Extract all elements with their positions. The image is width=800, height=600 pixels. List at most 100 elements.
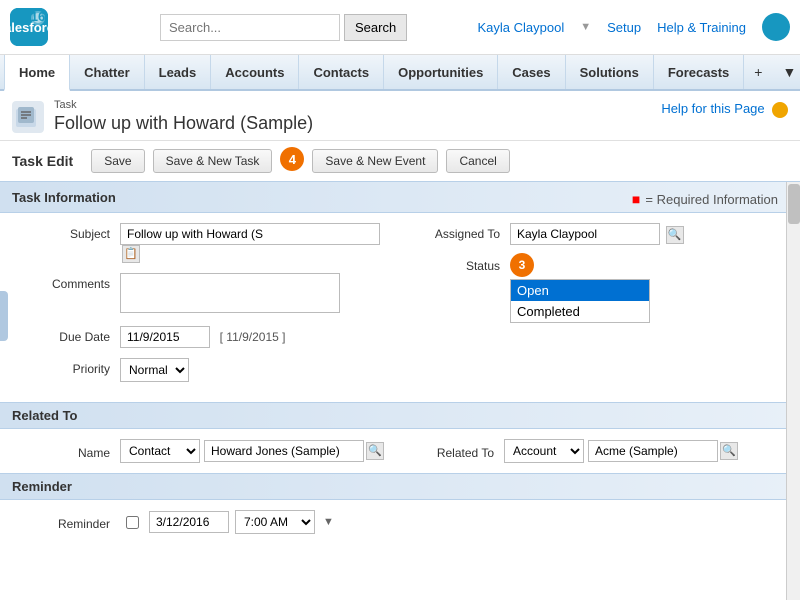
- nav-item-home[interactable]: Home: [4, 55, 70, 91]
- name-label: Name: [20, 442, 120, 460]
- badge-3: 3: [510, 253, 534, 277]
- related-value-input[interactable]: [588, 440, 718, 462]
- save-new-event-button[interactable]: Save & New Event: [312, 149, 438, 173]
- nav-item-cases[interactable]: Cases: [498, 55, 565, 89]
- status-label: Status: [410, 255, 510, 273]
- cancel-button[interactable]: Cancel: [446, 149, 509, 173]
- reminder-date-input[interactable]: [149, 511, 229, 533]
- user-name[interactable]: Kayla Claypool: [478, 20, 565, 35]
- name-type-select[interactable]: Contact: [120, 439, 200, 463]
- task-info-title: Task Information: [12, 190, 116, 205]
- nav-item-contacts[interactable]: Contacts: [299, 55, 384, 89]
- related-to-group: Related To Account 🔍: [404, 439, 738, 463]
- due-date-input[interactable]: [120, 326, 210, 348]
- required-info: ■ = Required Information: [632, 191, 788, 207]
- page-content: Task Follow up with Howard (Sample) Help…: [0, 91, 800, 600]
- subject-value: 📋: [120, 223, 390, 263]
- related-to-row: Name Contact 🔍 Related To Account 🔍: [20, 439, 780, 463]
- related-lookup-icon[interactable]: 🔍: [720, 442, 738, 460]
- assigned-to-value: 🔍: [510, 223, 780, 245]
- subject-label: Subject: [20, 223, 120, 241]
- name-input[interactable]: [204, 440, 364, 462]
- comments-value: [120, 273, 390, 316]
- status-listbox[interactable]: Open Completed: [510, 279, 650, 323]
- search-input[interactable]: [160, 14, 340, 41]
- page-icon: [12, 101, 44, 133]
- status-option-completed[interactable]: Completed: [511, 301, 649, 322]
- header-right: Kayla Claypool ▼ Setup Help & Training: [478, 13, 790, 41]
- badge-4: 4: [280, 147, 304, 171]
- side-indicator: [0, 291, 8, 341]
- nav-item-solutions[interactable]: Solutions: [566, 55, 654, 89]
- related-to-section-bar: Related To: [0, 402, 800, 429]
- assigned-lookup-icon[interactable]: 🔍: [666, 226, 684, 244]
- nav-bar: Home Chatter Leads Accounts Contacts Opp…: [0, 55, 800, 91]
- due-date-value: [ 11/9/2015 ]: [120, 326, 390, 348]
- task-info-section-bar: Task Information ■ = Required Informatio…: [0, 181, 800, 213]
- priority-label: Priority: [20, 358, 120, 376]
- status-value: 3 Open Completed: [510, 255, 780, 323]
- help-icon: [772, 102, 788, 118]
- nav-item-chatter[interactable]: Chatter: [70, 55, 145, 89]
- comments-row: Comments: [20, 273, 390, 316]
- due-date-bracket: [ 11/9/2015 ]: [220, 330, 286, 344]
- priority-row: Priority Normal: [20, 358, 390, 382]
- status-row: Status 3 Open Completed: [410, 255, 780, 323]
- page-title-area: Task Follow up with Howard (Sample) Help…: [0, 91, 800, 141]
- search-area: Search: [160, 14, 410, 41]
- related-to-form: Name Contact 🔍 Related To Account 🔍: [0, 429, 800, 473]
- comments-label: Comments: [20, 273, 120, 291]
- related-to-label: Related To: [404, 442, 504, 460]
- nav-plus-button[interactable]: +: [744, 55, 772, 89]
- name-group: Name Contact 🔍: [20, 439, 384, 463]
- nav-chevron-button[interactable]: ▼: [772, 55, 800, 89]
- reminder-time-chevron[interactable]: ▼: [323, 516, 334, 528]
- user-avatar: [762, 13, 790, 41]
- subject-input[interactable]: [120, 223, 380, 245]
- task-edit-label: Task Edit: [12, 153, 73, 169]
- nav-item-opportunities[interactable]: Opportunities: [384, 55, 498, 89]
- name-lookup-icon[interactable]: 🔍: [366, 442, 384, 460]
- reminder-title: Reminder: [12, 479, 72, 494]
- page-title-container: Task Follow up with Howard (Sample): [54, 99, 313, 134]
- reminder-time-select[interactable]: 7:00 AM: [235, 510, 315, 534]
- reminder-form: Reminder 7:00 AM ▼: [0, 500, 800, 544]
- search-button[interactable]: Search: [344, 14, 407, 41]
- priority-select[interactable]: Normal: [120, 358, 189, 382]
- nav-item-forecasts[interactable]: Forecasts: [654, 55, 744, 89]
- priority-value: Normal: [120, 358, 390, 382]
- save-new-task-button[interactable]: Save & New Task: [153, 149, 273, 173]
- top-header: salesforce 16 Search Kayla Claypool ▼ Se…: [0, 0, 800, 55]
- reminder-label: Reminder: [20, 513, 120, 531]
- due-date-label: Due Date: [20, 326, 120, 344]
- setup-link[interactable]: Setup: [607, 20, 641, 35]
- help-page-link[interactable]: Help for this Page: [661, 101, 788, 118]
- salesforce-logo-icon: salesforce 16: [10, 8, 48, 46]
- assigned-to-label: Assigned To: [410, 223, 510, 241]
- scroll-thumb[interactable]: [788, 184, 800, 224]
- svg-text:16: 16: [31, 9, 45, 24]
- nav-item-accounts[interactable]: Accounts: [211, 55, 299, 89]
- related-type-select[interactable]: Account: [504, 439, 584, 463]
- reminder-section-bar: Reminder: [0, 473, 800, 500]
- assigned-to-input[interactable]: [510, 223, 660, 245]
- nav-item-leads[interactable]: Leads: [145, 55, 212, 89]
- comments-textarea[interactable]: [120, 273, 340, 313]
- save-button[interactable]: Save: [91, 149, 144, 173]
- page-main-title: Follow up with Howard (Sample): [54, 113, 313, 134]
- task-edit-header: Task Edit Save Save & New Task 4 Save & …: [0, 141, 800, 181]
- due-date-row: Due Date [ 11/9/2015 ]: [20, 326, 390, 348]
- status-option-open[interactable]: Open: [511, 280, 649, 301]
- task-info-form: Subject 📋 Comments Due Date [ 11/9/2015 …: [0, 213, 800, 402]
- assigned-to-row: Assigned To 🔍: [410, 223, 780, 245]
- subject-lookup-icon[interactable]: 📋: [122, 245, 140, 263]
- related-to-title: Related To: [12, 408, 78, 423]
- reminder-checkbox[interactable]: [126, 516, 139, 529]
- help-training-link[interactable]: Help & Training: [657, 20, 746, 35]
- required-star: ■: [632, 191, 640, 207]
- form-col-right: Assigned To 🔍 Status 3 Open Completed: [390, 223, 780, 392]
- form-col-left: Subject 📋 Comments Due Date [ 11/9/2015 …: [20, 223, 390, 392]
- subject-row: Subject 📋: [20, 223, 390, 263]
- breadcrumb: Task: [54, 99, 313, 111]
- scroll-track: [786, 182, 800, 600]
